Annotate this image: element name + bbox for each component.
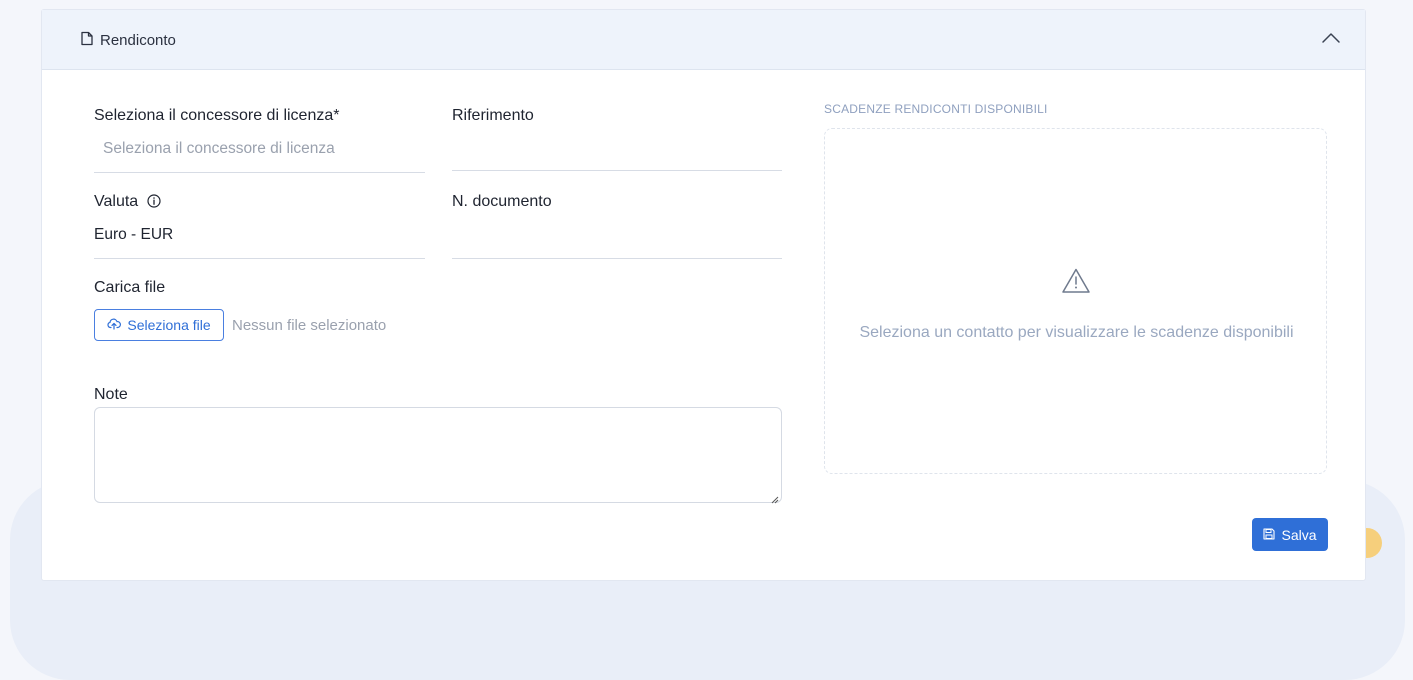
card-title-text: Rendiconto (100, 32, 176, 49)
deadlines-empty-message: Seleziona un contatto per visualizzare l… (859, 324, 1294, 341)
chevron-up-icon (1321, 31, 1341, 49)
card-header[interactable]: Rendiconto (42, 10, 1365, 70)
document-icon (80, 31, 94, 50)
licensor-label: Seleziona il concessore di licenza* (94, 107, 340, 124)
warning-icon (1061, 267, 1091, 299)
file-status: Nessun file selezionato (232, 317, 387, 334)
doc-number-label: N. documento (452, 193, 552, 210)
reference-input[interactable] (452, 140, 782, 166)
deadlines-title: SCADENZE RENDICONTI DISPONIBILI (824, 102, 1048, 116)
resize-handle-icon[interactable] (771, 491, 779, 509)
currency-underline (94, 258, 425, 259)
notes-textarea[interactable] (94, 407, 782, 503)
upload-label: Carica file (94, 279, 166, 296)
licensor-underline (94, 172, 425, 173)
card-title: Rendiconto (80, 31, 176, 50)
save-button-label: Salva (1281, 526, 1317, 543)
rendiconto-card: Rendiconto Seleziona il concessore di li… (41, 9, 1366, 581)
doc-number-input[interactable] (452, 226, 782, 252)
upload-icon (107, 317, 122, 333)
deadlines-panel: Seleziona un contatto per visualizzare l… (824, 128, 1327, 474)
select-file-button[interactable]: Seleziona file (94, 309, 224, 341)
reference-underline (452, 170, 782, 171)
currency-label-row: Valuta (94, 193, 161, 213)
reference-label: Riferimento (452, 107, 534, 124)
select-file-label: Seleziona file (127, 317, 211, 333)
currency-select[interactable]: Euro - EUR (94, 226, 173, 244)
floppy-disk-icon (1263, 527, 1276, 543)
licensor-select[interactable]: Seleziona il concessore di licenza (103, 140, 335, 158)
save-button[interactable]: Salva (1252, 518, 1328, 551)
doc-number-underline (452, 258, 782, 259)
info-icon[interactable] (147, 194, 161, 213)
collapse-button[interactable] (1318, 27, 1344, 53)
currency-label: Valuta (94, 193, 139, 210)
notes-label: Note (94, 386, 128, 403)
